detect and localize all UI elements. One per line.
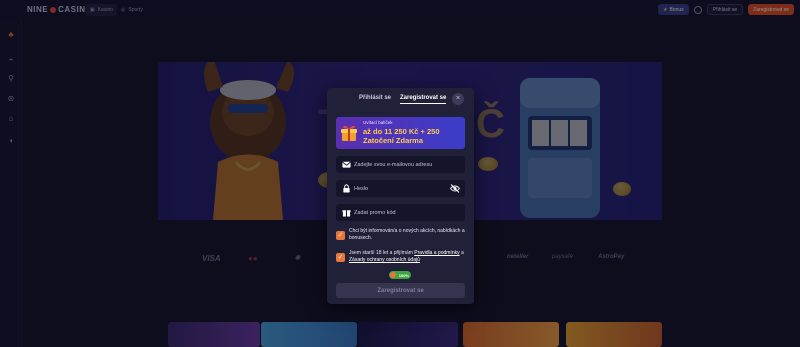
terms-prefix: Jsem starší 18 let a přijímám xyxy=(349,250,415,256)
terms-label: Jsem starší 18 let a přijímám Pravidla a… xyxy=(349,250,467,264)
password-input[interactable] xyxy=(354,180,454,197)
submit-register-button[interactable]: Zaregistrovat se xyxy=(336,283,465,298)
registration-modal: Přihlásit se Zaregistrovat se × Uvítací … xyxy=(327,88,474,304)
welcome-bonus-banner: Uvítací balíček až do 11 250 Kč + 250 Za… xyxy=(336,117,465,149)
close-icon[interactable]: × xyxy=(452,93,464,105)
password-strength-indicator: 100% xyxy=(389,271,411,279)
envelope-icon xyxy=(342,161,351,168)
privacy-policy-link[interactable]: Zásady ochrany osobních údajů xyxy=(349,257,420,263)
modal-tabs: Přihlásit se Zaregistrovat se × xyxy=(327,88,474,113)
tab-register[interactable]: Zaregistrovat se xyxy=(400,95,447,104)
bonus-caption: Uvítací balíček xyxy=(363,120,393,125)
promo-code-input[interactable] xyxy=(354,204,454,221)
gift-box-icon xyxy=(341,125,357,141)
progress-label: 100% xyxy=(398,272,409,278)
eye-off-icon[interactable] xyxy=(450,184,460,193)
gift-icon xyxy=(342,210,351,217)
lock-icon xyxy=(343,184,350,193)
terms-conditions-link[interactable]: Pravidla a podmínky xyxy=(414,250,459,256)
promo-code-field[interactable] xyxy=(336,204,465,221)
newsletter-checkbox[interactable]: ✓ xyxy=(336,231,345,240)
password-field[interactable] xyxy=(336,180,465,197)
email-input[interactable] xyxy=(354,156,454,173)
progress-knob xyxy=(390,272,396,278)
newsletter-label: Chci být informován/a o nových akcích, n… xyxy=(349,228,465,241)
terms-mid: a xyxy=(459,250,464,256)
bonus-headline: až do 11 250 Kč + 250 Zatočení Zdarma xyxy=(363,127,440,145)
tab-login[interactable]: Přihlásit se xyxy=(359,95,391,103)
email-field[interactable] xyxy=(336,156,465,173)
terms-checkbox[interactable]: ✓ xyxy=(336,253,345,262)
